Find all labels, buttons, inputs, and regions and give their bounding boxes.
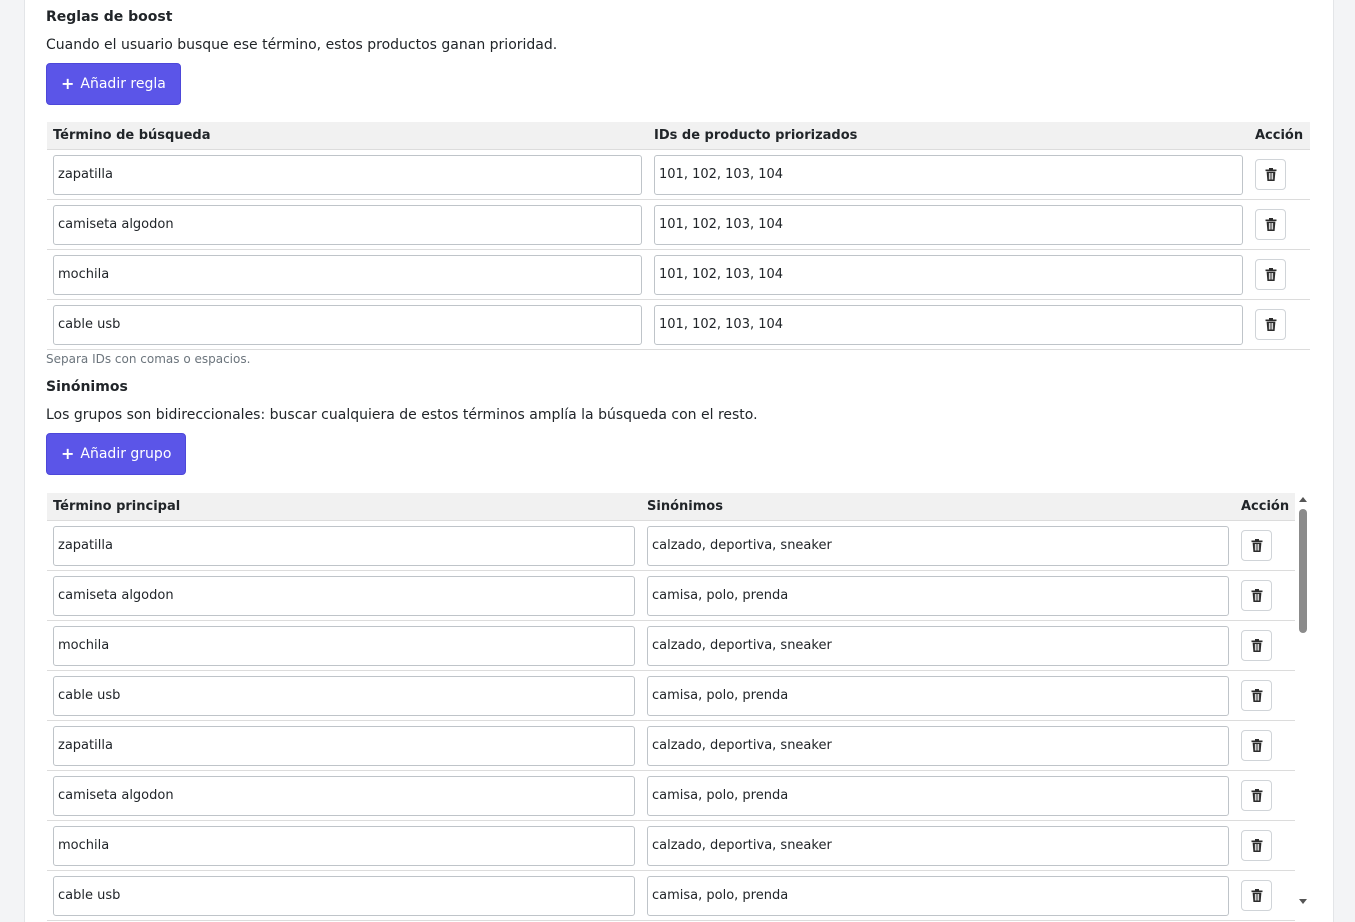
synonyms-input[interactable]	[647, 825, 1229, 866]
table-row	[47, 249, 1310, 300]
synonyms-input[interactable]	[647, 775, 1229, 816]
delete-row-button[interactable]	[1241, 530, 1272, 561]
main-term-input[interactable]	[53, 525, 635, 566]
table-row	[47, 620, 1295, 671]
table-row	[47, 720, 1295, 771]
main-term-input[interactable]	[53, 825, 635, 866]
synonyms-table: Término principal Sinónimos Acción	[47, 493, 1295, 921]
ids-helper-text: Separa IDs con comas o espacios.	[46, 352, 251, 366]
synonyms-input[interactable]	[647, 875, 1229, 916]
table-row	[47, 299, 1310, 350]
table-row	[47, 570, 1295, 621]
table-row	[47, 670, 1295, 721]
column-header-term: Término de búsqueda	[47, 122, 648, 150]
main-term-input[interactable]	[53, 575, 635, 616]
scroll-down-arrow-icon[interactable]	[1299, 899, 1307, 904]
table-header-row: Término principal Sinónimos Acción	[47, 493, 1295, 521]
synonyms-input[interactable]	[647, 675, 1229, 716]
product-ids-input[interactable]	[654, 304, 1243, 345]
boost-section-title: Reglas de boost	[46, 9, 173, 25]
trash-icon	[1251, 739, 1263, 752]
table-header-row: Término de búsqueda IDs de producto prio…	[47, 122, 1310, 150]
synonyms-input[interactable]	[647, 575, 1229, 616]
column-header-action: Acción	[1249, 122, 1310, 150]
trash-icon	[1265, 218, 1277, 231]
trash-icon	[1251, 639, 1263, 652]
trash-icon	[1251, 689, 1263, 702]
add-rule-button[interactable]: + Añadir regla	[46, 63, 181, 105]
plus-icon: +	[61, 74, 75, 93]
delete-row-button[interactable]	[1255, 159, 1286, 190]
synonyms-section-description: Los grupos son bidireccionales: buscar c…	[46, 407, 758, 423]
add-group-label: Añadir grupo	[80, 446, 172, 462]
table-row	[47, 149, 1310, 200]
product-ids-input[interactable]	[654, 254, 1243, 295]
plus-icon: +	[61, 444, 75, 463]
column-header-action: Acción	[1235, 493, 1295, 521]
scroll-up-arrow-icon[interactable]	[1299, 497, 1307, 502]
trash-icon	[1265, 318, 1277, 331]
trash-icon	[1251, 539, 1263, 552]
main-term-input[interactable]	[53, 875, 635, 916]
synonyms-scrollbar[interactable]	[1297, 493, 1309, 911]
delete-row-button[interactable]	[1241, 780, 1272, 811]
search-term-input[interactable]	[53, 304, 642, 345]
search-term-input[interactable]	[53, 204, 642, 245]
trash-icon	[1265, 168, 1277, 181]
add-group-button[interactable]: + Añadir grupo	[46, 433, 187, 475]
trash-icon	[1265, 268, 1277, 281]
column-header-synonyms: Sinónimos	[641, 493, 1235, 521]
main-term-input[interactable]	[53, 675, 635, 716]
table-row	[47, 520, 1295, 571]
trash-icon	[1251, 789, 1263, 802]
column-header-ids: IDs de producto priorizados	[648, 122, 1249, 150]
boost-rules-table: Término de búsqueda IDs de producto prio…	[47, 122, 1310, 350]
delete-row-button[interactable]	[1241, 630, 1272, 661]
synonyms-section-title: Sinónimos	[46, 379, 128, 395]
table-row	[47, 870, 1295, 921]
table-row	[47, 820, 1295, 871]
column-header-main-term: Término principal	[47, 493, 641, 521]
delete-row-button[interactable]	[1241, 730, 1272, 761]
synonyms-input[interactable]	[647, 725, 1229, 766]
delete-row-button[interactable]	[1241, 880, 1272, 911]
synonyms-input[interactable]	[647, 525, 1229, 566]
delete-row-button[interactable]	[1255, 259, 1286, 290]
product-ids-input[interactable]	[654, 204, 1243, 245]
add-rule-label: Añadir regla	[80, 76, 166, 92]
trash-icon	[1251, 889, 1263, 902]
trash-icon	[1251, 589, 1263, 602]
table-row	[47, 199, 1310, 250]
trash-icon	[1251, 839, 1263, 852]
main-term-input[interactable]	[53, 625, 635, 666]
delete-row-button[interactable]	[1255, 309, 1286, 340]
table-row	[47, 770, 1295, 821]
delete-row-button[interactable]	[1241, 680, 1272, 711]
main-term-input[interactable]	[53, 725, 635, 766]
product-ids-input[interactable]	[654, 154, 1243, 195]
search-term-input[interactable]	[53, 254, 642, 295]
search-term-input[interactable]	[53, 154, 642, 195]
delete-row-button[interactable]	[1241, 830, 1272, 861]
main-term-input[interactable]	[53, 775, 635, 816]
synonyms-input[interactable]	[647, 625, 1229, 666]
scrollbar-thumb[interactable]	[1299, 509, 1307, 633]
boost-section-description: Cuando el usuario busque ese término, es…	[46, 37, 558, 53]
delete-row-button[interactable]	[1241, 580, 1272, 611]
synonyms-scroll-area[interactable]: Término principal Sinónimos Acción	[47, 493, 1309, 922]
delete-row-button[interactable]	[1255, 209, 1286, 240]
